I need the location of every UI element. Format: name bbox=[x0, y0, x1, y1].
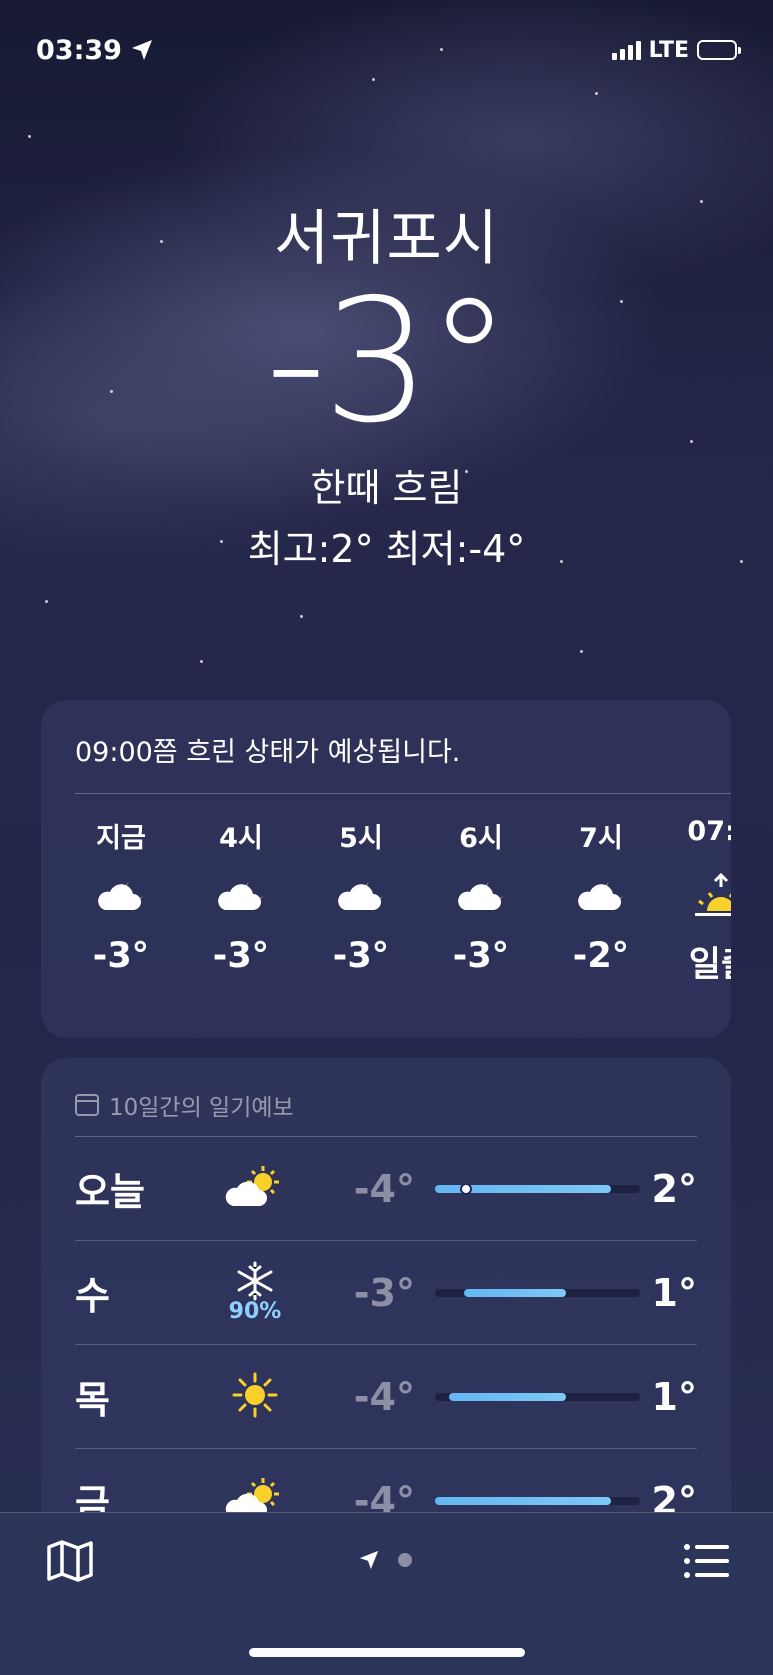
hour-temp: -3° bbox=[92, 936, 150, 976]
current-temp-dot bbox=[459, 1182, 472, 1195]
cloud-moon-icon bbox=[98, 882, 143, 910]
day-row[interactable]: 수 90% -3° 1° bbox=[75, 1241, 697, 1345]
cloud-moon-icon bbox=[578, 882, 623, 910]
star bbox=[595, 92, 598, 95]
star bbox=[372, 78, 375, 81]
temp-range-fill bbox=[463, 1288, 567, 1297]
battery-icon bbox=[697, 40, 741, 60]
sunrise-icon bbox=[695, 872, 731, 916]
star bbox=[45, 600, 48, 603]
hour-item: 7시 -2° bbox=[541, 816, 661, 987]
location-arrow-icon[interactable] bbox=[358, 1549, 380, 1571]
current-condition: 한때 흐림 bbox=[310, 466, 463, 510]
day-row[interactable]: 목 -4° 1° bbox=[75, 1345, 697, 1449]
cloud-moon-icon bbox=[458, 882, 503, 910]
hour-label: 6시 bbox=[459, 823, 503, 854]
hourly-forecast-card[interactable]: 09:00쯤 흐린 상태가 예상됩니다. 지금 -3° 4시 -3° 5시 -3… bbox=[41, 700, 731, 1038]
calendar-icon bbox=[75, 1094, 99, 1116]
hour-temp: 일출 bbox=[688, 945, 731, 985]
hour-label: 7시 bbox=[579, 823, 623, 854]
bottom-toolbar bbox=[0, 1512, 773, 1675]
hour-temp: -3° bbox=[212, 936, 270, 976]
temp-range-fill bbox=[435, 1496, 612, 1505]
location-arrow-icon bbox=[131, 40, 152, 60]
star bbox=[200, 660, 203, 663]
status-time: 03:39 bbox=[36, 34, 122, 66]
high-low-temps: 최고:2° 최저:-4° bbox=[247, 527, 526, 571]
cloud-moon-icon bbox=[338, 882, 383, 910]
day-low: -4° bbox=[353, 1166, 415, 1211]
daily-header-label: 10일간의 일기예보 bbox=[109, 1095, 294, 1121]
day-low: -3° bbox=[353, 1270, 415, 1315]
day-name: 수 bbox=[75, 1274, 110, 1318]
hour-label: 4시 bbox=[219, 823, 263, 854]
hour-label: 07:3 bbox=[687, 816, 731, 847]
day-high: 1° bbox=[651, 1270, 697, 1315]
star bbox=[300, 615, 303, 618]
hourly-summary: 09:00쯤 흐린 상태가 예상됩니다. bbox=[75, 700, 731, 794]
status-right: LTE bbox=[611, 37, 741, 63]
daily-header: 10일간의 일기예보 bbox=[75, 1082, 697, 1137]
current-weather: 서귀포시 -3° 한때 흐림 최고:2° 최저:-4° bbox=[0, 190, 773, 573]
status-bar: 03:39 LTE bbox=[36, 30, 741, 70]
day-name: 목 bbox=[75, 1378, 110, 1422]
hour-item: 07:3 일출 bbox=[661, 816, 731, 987]
snowflake-icon bbox=[237, 1261, 273, 1301]
temp-range-fill bbox=[449, 1392, 567, 1401]
page-indicator[interactable] bbox=[358, 1549, 412, 1571]
hour-temp: -3° bbox=[332, 936, 390, 976]
star bbox=[28, 135, 31, 138]
temp-range-bar bbox=[435, 1392, 640, 1401]
day-row[interactable]: 오늘 -4° 2° bbox=[75, 1137, 697, 1241]
page-dot[interactable] bbox=[398, 1553, 412, 1567]
hour-label: 5시 bbox=[339, 823, 383, 854]
precip-chance: 90% bbox=[228, 1299, 282, 1324]
hour-item: 6시 -3° bbox=[421, 816, 541, 987]
current-temperature: -3° bbox=[265, 263, 512, 461]
star bbox=[580, 650, 583, 653]
cloud-moon-icon bbox=[218, 882, 263, 910]
sun-icon bbox=[232, 1372, 278, 1417]
day-high: 2° bbox=[651, 1166, 697, 1211]
hour-item: 지금 -3° bbox=[61, 816, 181, 987]
hour-label: 지금 bbox=[96, 823, 146, 854]
hour-item: 5시 -3° bbox=[301, 816, 421, 987]
hourly-list[interactable]: 지금 -3° 4시 -3° 5시 -3° 6시 -3° 7시 -2° 07:3 … bbox=[41, 816, 731, 987]
day-high: 1° bbox=[651, 1374, 697, 1419]
temp-range-bar bbox=[435, 1182, 640, 1195]
status-left: 03:39 bbox=[36, 35, 154, 66]
home-indicator[interactable] bbox=[249, 1648, 525, 1657]
temp-range-bar bbox=[435, 1288, 640, 1297]
cloud-sun-icon bbox=[225, 1165, 279, 1206]
temp-range-bar bbox=[435, 1496, 640, 1505]
day-low: -4° bbox=[353, 1374, 415, 1419]
map-icon[interactable] bbox=[46, 1539, 94, 1583]
cellular-signal-icon bbox=[611, 40, 641, 60]
list-icon[interactable] bbox=[683, 1543, 729, 1579]
hour-temp: -3° bbox=[452, 936, 510, 976]
network-label: LTE bbox=[648, 37, 689, 63]
hour-temp: -2° bbox=[572, 936, 630, 976]
day-name: 오늘 bbox=[75, 1170, 145, 1214]
hour-item: 4시 -3° bbox=[181, 816, 301, 987]
